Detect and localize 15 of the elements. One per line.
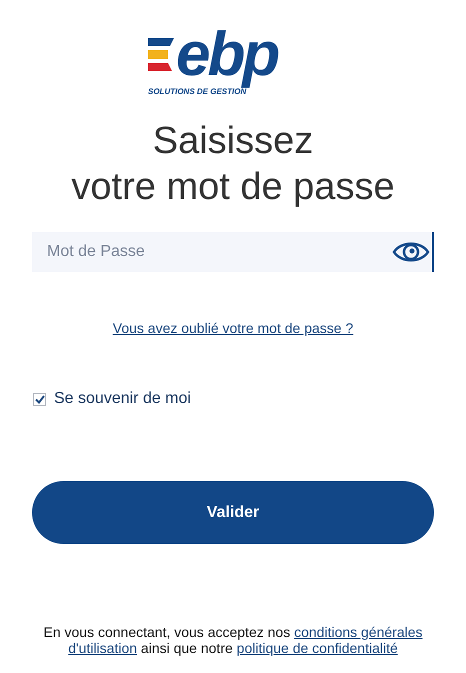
- page-heading: votre mot de passe: [71, 165, 395, 210]
- logo-wordmark: ebp: [176, 24, 279, 86]
- remember-me-label: Se souvenir de moi: [54, 389, 191, 409]
- password-field[interactable]: Mot de Passe: [32, 232, 434, 272]
- password-input[interactable]: Mot de Passe: [47, 240, 392, 264]
- submit-button[interactable]: Valider: [32, 481, 434, 544]
- remember-me-checkbox[interactable]: [33, 392, 46, 406]
- terms-link[interactable]: d'utilisation: [68, 640, 138, 656]
- terms-notice: En vous connectant, vous acceptez nos conditions générales d'utilisation ainsi que notre politique de confidentialité: [42, 624, 424, 656]
- page-heading: Saisissez: [152, 119, 314, 164]
- logo-tagline: SOLUTIONS DE GESTION: [148, 87, 246, 98]
- stripes-icon: [148, 36, 176, 74]
- terms-link[interactable]: politique de confidentialité: [236, 640, 398, 656]
- forgot-password-link[interactable]: Vous avez oublié votre mot de passe ?: [112, 318, 354, 339]
- terms-link[interactable]: conditions générales: [294, 624, 423, 640]
